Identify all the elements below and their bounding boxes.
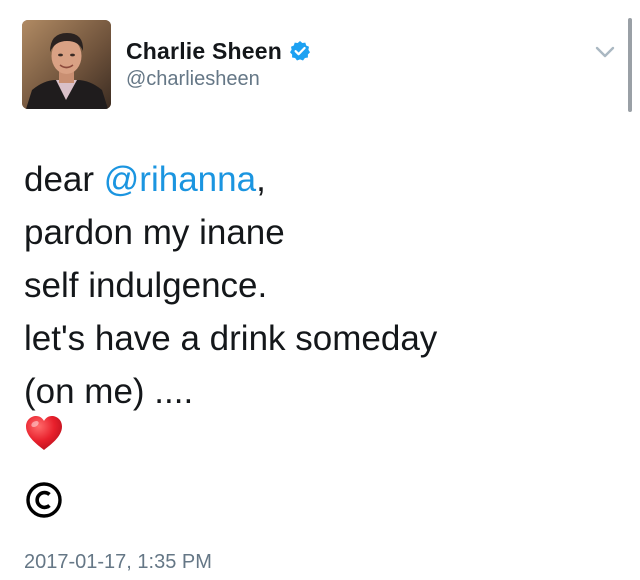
author-name-row[interactable]: Charlie Sheen (126, 36, 311, 66)
tweet-text-line-4: let's have a drink someday (24, 319, 438, 358)
text-prefix: dear (24, 160, 104, 199)
tweet-text-line-3: self indulgence. (24, 266, 268, 305)
text-suffix: , (256, 160, 266, 199)
avatar[interactable] (22, 20, 111, 109)
tweet-text-line-1: dear @rihanna, (24, 153, 614, 206)
tweet-text-line-5: (on me) .... (24, 372, 194, 411)
profile-photo-icon (22, 20, 111, 109)
mention-link[interactable]: @rihanna (104, 160, 256, 199)
tweet-timestamp[interactable]: 2017-01-17, 1:35 PM (24, 551, 212, 574)
tweet-card: Charlie Sheen @charliesheen dear @rihann… (0, 0, 640, 580)
tweet-text: dear @rihanna, pardon my inane self indu… (24, 153, 614, 418)
author-handle[interactable]: @charliesheen (126, 68, 260, 91)
chevron-down-icon[interactable] (594, 44, 616, 60)
copyright-emoji (24, 480, 64, 525)
red-heart-icon (26, 416, 62, 450)
author-display-name[interactable]: Charlie Sheen (126, 38, 282, 65)
heart-emoji (24, 414, 64, 457)
verified-badge-icon (289, 40, 311, 62)
copyright-sign-icon (26, 482, 62, 518)
tweet-text-line-2: pardon my inane (24, 213, 285, 252)
scrollbar[interactable] (628, 18, 632, 112)
